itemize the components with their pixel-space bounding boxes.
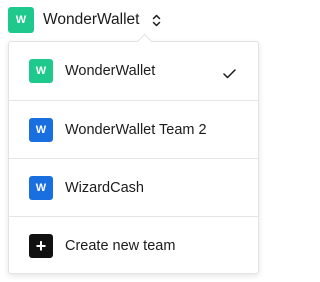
team-item-wonderwallet[interactable]: W WonderWallet: [9, 42, 258, 100]
team-avatar: W: [29, 117, 53, 142]
chevron-up-down-icon: [151, 13, 161, 27]
team-dropdown-menu: W WonderWallet W WonderWallet Team 2 W W…: [8, 41, 259, 274]
team-item-label: WonderWallet: [65, 63, 156, 79]
team-item-label: WizardCash: [65, 179, 144, 196]
checkmark-icon: [223, 66, 236, 79]
team-item-label: WonderWallet Team 2: [65, 121, 207, 138]
team-item-wonderwallet-team-2[interactable]: W WonderWallet Team 2: [9, 100, 258, 158]
current-team-name: WonderWallet: [43, 11, 140, 28]
team-avatar: W: [29, 59, 53, 83]
plus-icon: +: [29, 233, 53, 258]
create-new-team-label: Create new team: [65, 237, 176, 254]
team-avatar: W: [29, 175, 53, 200]
team-item-wizardcash[interactable]: W WizardCash: [9, 158, 258, 216]
current-team-avatar: W: [8, 7, 34, 33]
create-new-team-button[interactable]: + Create new team: [9, 216, 258, 274]
team-switcher-button[interactable]: W WonderWallet: [8, 7, 161, 33]
